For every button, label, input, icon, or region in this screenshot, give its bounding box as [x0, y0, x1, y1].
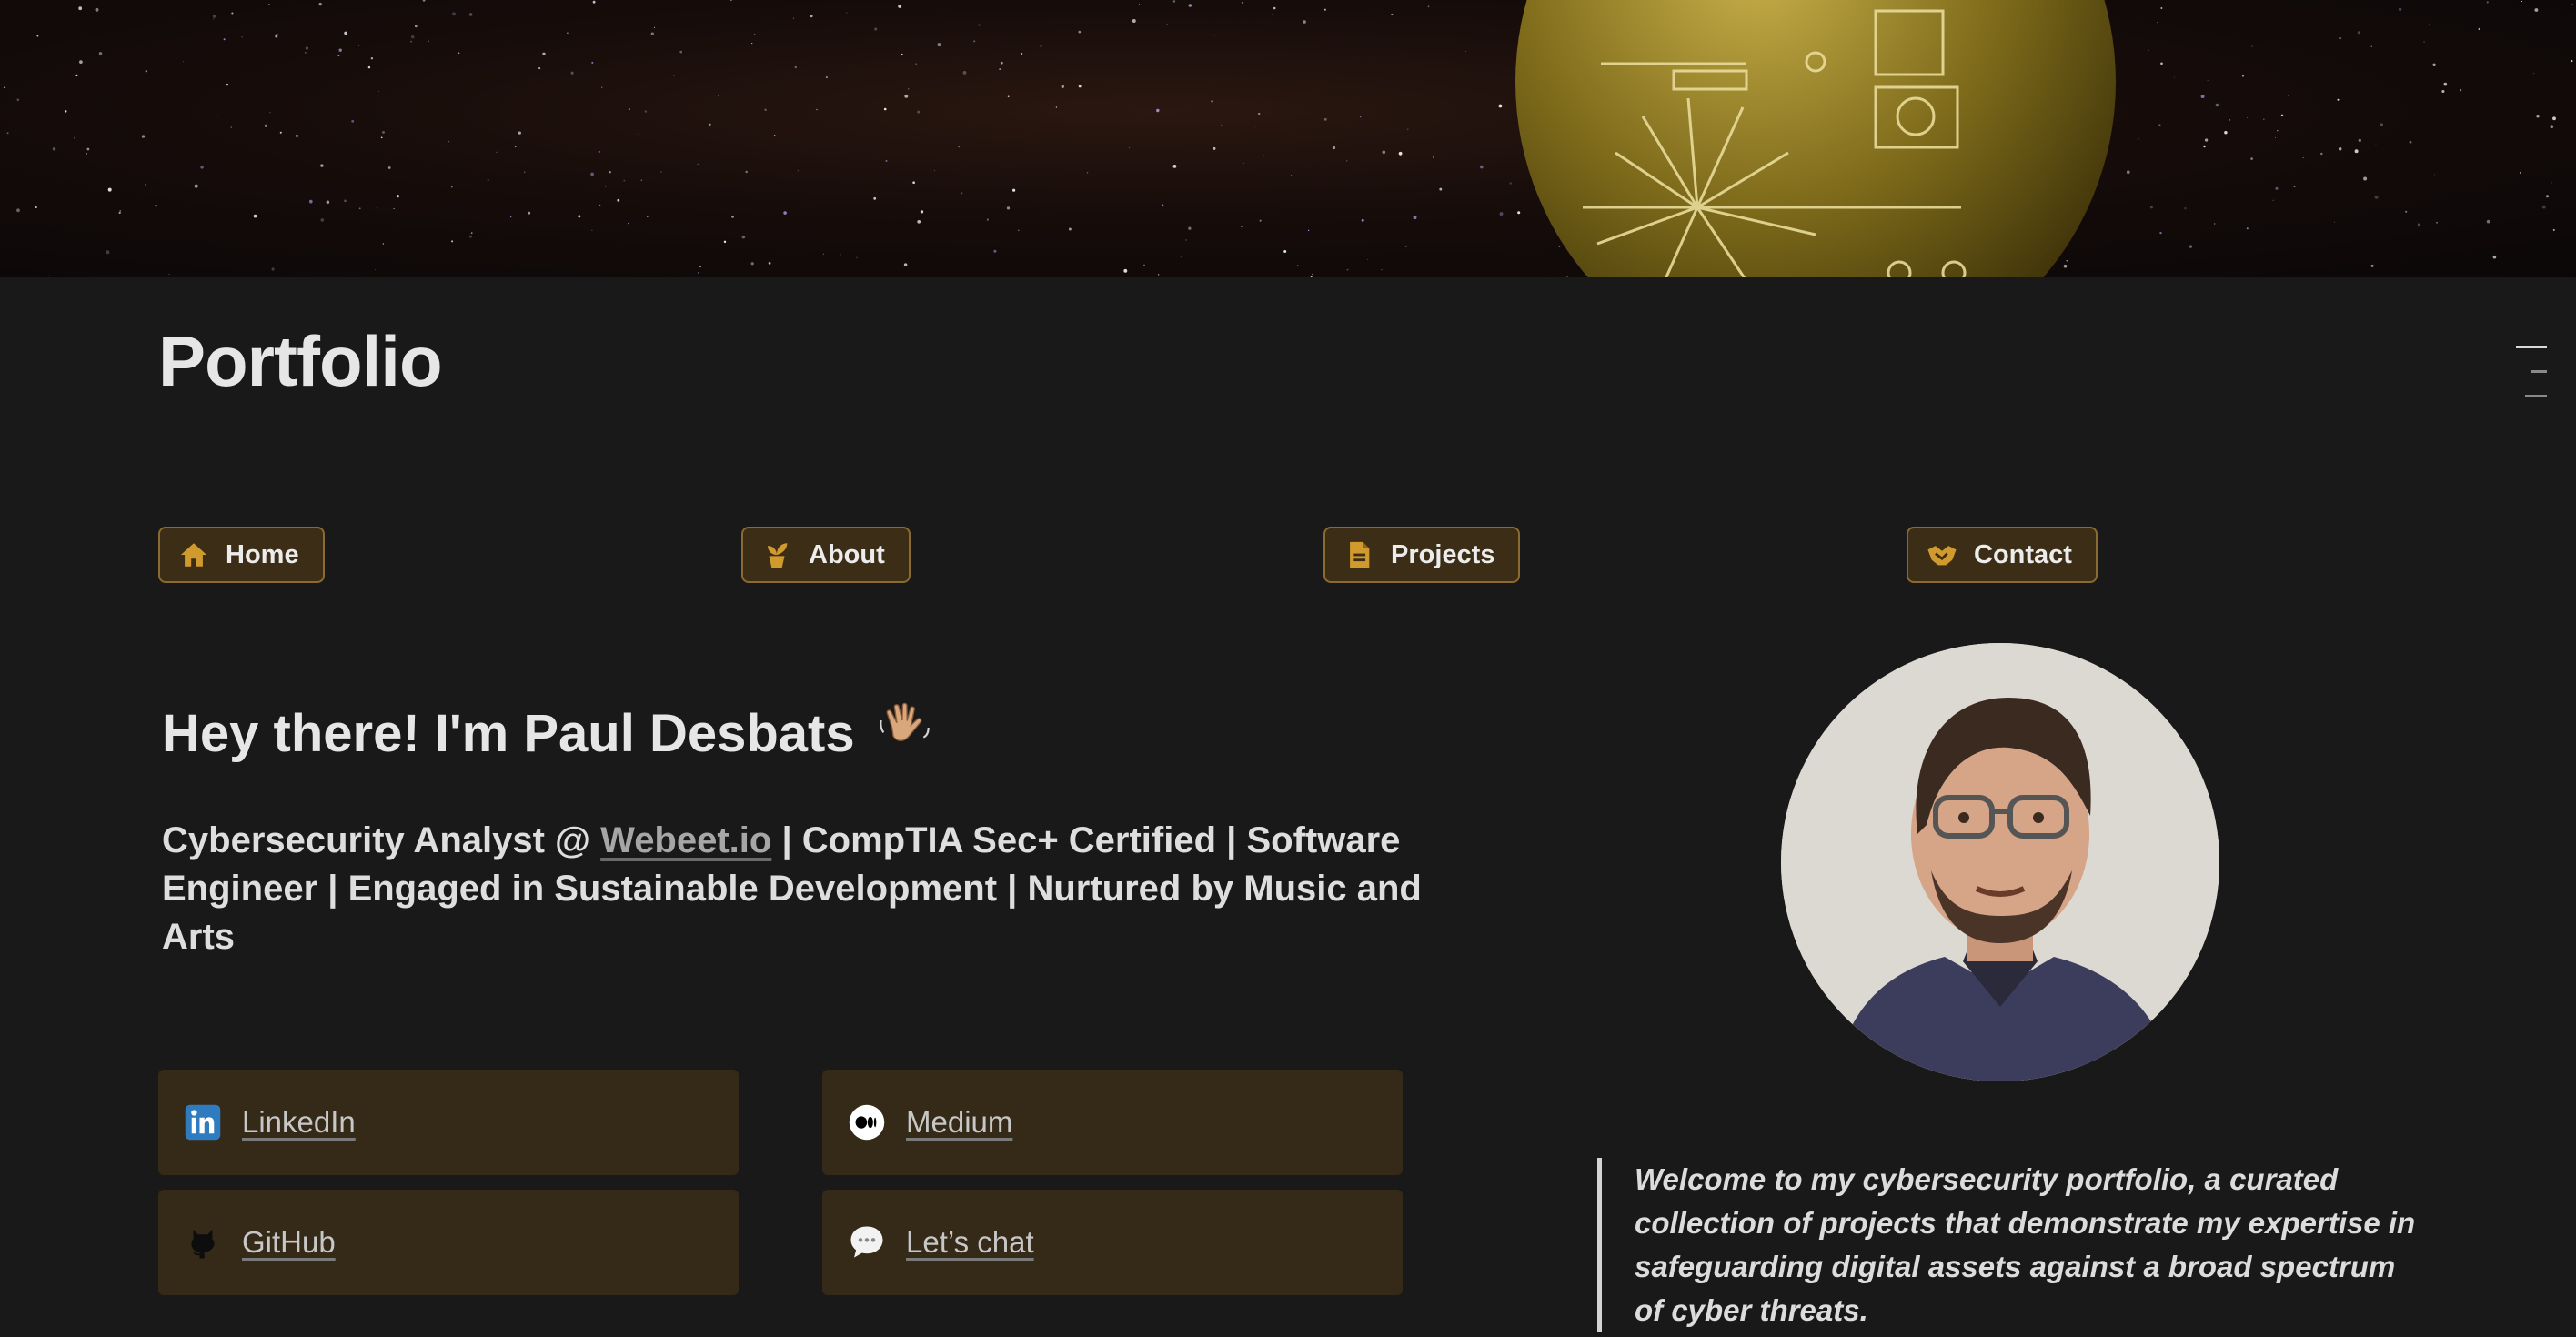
waving-hand-icon — [875, 699, 933, 769]
house-icon — [180, 543, 207, 567]
nav-label: Projects — [1391, 539, 1495, 569]
nav-button-about[interactable]: About — [741, 527, 911, 583]
hero-heading-text: Hey there! I'm Paul Desbats — [162, 704, 855, 763]
link-card-label: Let’s chat — [906, 1225, 1034, 1259]
github-icon — [184, 1223, 222, 1262]
medium-icon — [848, 1103, 886, 1141]
golden-record-graphic — [1515, 0, 2116, 277]
link-card-label: LinkedIn — [242, 1105, 356, 1139]
cover-image — [0, 0, 2576, 277]
nav-button-contact[interactable]: Contact — [1907, 527, 2098, 583]
medium-card[interactable]: Medium — [822, 1070, 1403, 1175]
linkedin-icon — [184, 1103, 222, 1141]
potted-plant-icon — [768, 543, 788, 568]
page-title: Portfolio — [158, 321, 443, 401]
nav-label: About — [809, 539, 885, 569]
document-icon — [1350, 541, 1370, 568]
speech-bubble-icon — [848, 1223, 886, 1262]
hero-tagline: Cybersecurity Analyst @ Webeet.io | Comp… — [162, 817, 1490, 961]
github-card[interactable]: GitHub — [158, 1190, 739, 1295]
nav-label: Contact — [1974, 539, 2072, 569]
toc-line[interactable] — [2531, 370, 2547, 373]
tagline-prefix: Cybersecurity Analyst @ — [162, 820, 601, 860]
handshake-icon — [1927, 546, 1957, 566]
lets-chat-card[interactable]: Let’s chat — [822, 1190, 1403, 1295]
link-card-label: GitHub — [242, 1225, 336, 1259]
nav-button-home[interactable]: Home — [158, 527, 325, 583]
toc-line[interactable] — [2525, 395, 2547, 397]
avatar — [1781, 643, 2219, 1081]
webeet-link[interactable]: Webeet.io — [600, 820, 771, 860]
toc-line[interactable] — [2516, 346, 2547, 348]
welcome-quote: Welcome to my cybersecurity portfolio, a… — [1597, 1158, 2417, 1332]
link-card-label: Medium — [906, 1105, 1013, 1139]
profile-photo — [1781, 643, 2219, 1081]
linkedin-card[interactable]: LinkedIn — [158, 1070, 739, 1175]
nav-label: Home — [226, 539, 299, 569]
hero-heading: Hey there! I'm Paul Desbats — [162, 699, 933, 769]
table-of-contents-indicator[interactable] — [2516, 346, 2547, 404]
nav-button-projects[interactable]: Projects — [1323, 527, 1521, 583]
